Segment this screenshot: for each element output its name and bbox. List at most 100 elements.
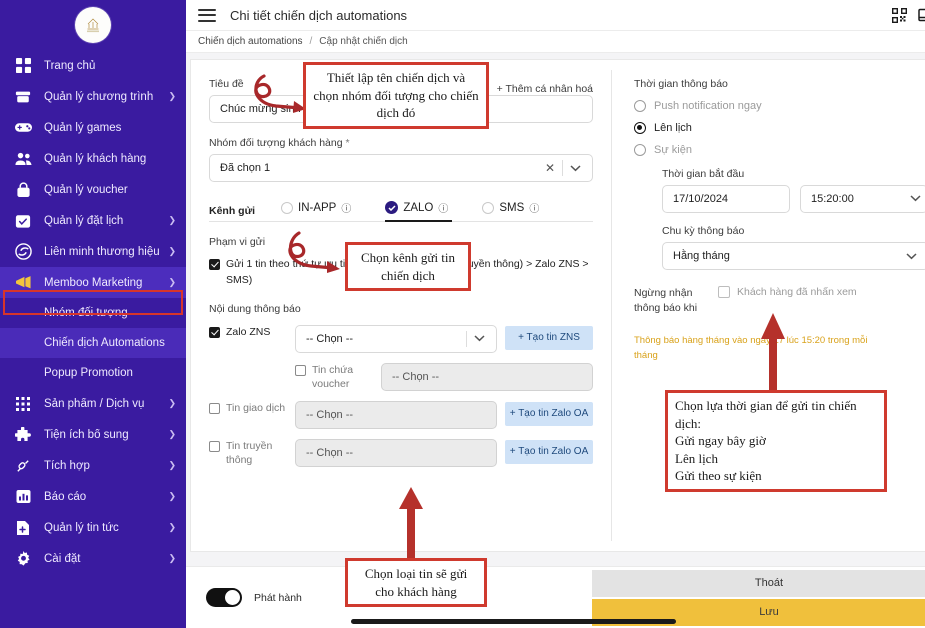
exit-button[interactable]: Thoát — [592, 569, 925, 597]
chevron-right-icon: ❯ — [168, 460, 176, 470]
message-row-checkbox-group[interactable]: Tin chứa voucher — [295, 363, 373, 391]
content-label: Nội dung thông báo — [209, 302, 301, 315]
publish-toggle[interactable] — [206, 588, 242, 607]
create-zalo-oa-message-button-1[interactable]: + Tạo tin Zalo OA — [505, 401, 593, 426]
sidebar-subitem-chien-dich-automations[interactable]: Chiến dịch Automations — [0, 328, 186, 358]
sidebar-subitem-popup-promotion[interactable]: Popup Promotion — [0, 358, 186, 388]
giao-dich-message-select[interactable]: -- Chọn -- — [295, 400, 497, 429]
checkbox-checked-icon[interactable] — [209, 326, 220, 338]
voucher-message-select[interactable]: -- Chọn -- — [381, 362, 593, 391]
sidebar-subitem-nhom-doi-tuong[interactable]: Nhóm đối tượng — [0, 298, 186, 328]
chevron-right-icon: ❯ — [168, 91, 176, 101]
sidebar-item-quan-ly-khach-hang[interactable]: Quản lý khách hàng — [0, 143, 186, 174]
horizontal-scrollbar[interactable] — [351, 619, 676, 624]
info-icon[interactable]: ⓘ — [438, 200, 448, 215]
checkbox-unchecked-icon[interactable] — [209, 402, 220, 414]
schedule-option-len-lich[interactable]: Lên lịch — [634, 122, 925, 134]
chevron-down-icon: ❯ — [168, 277, 176, 287]
checkbox-checked-icon[interactable] — [209, 259, 220, 270]
chevron-right-icon: ❯ — [168, 553, 176, 563]
brand-logo[interactable] — [0, 0, 186, 50]
sidebar-item-label: Quản lý games — [44, 121, 122, 134]
sidebar-item-quan-ly-voucher[interactable]: Quản lý voucher — [0, 174, 186, 205]
sidebar-item-quan-ly-chuong-trinh[interactable]: Quản lý chương trình ❯ — [0, 81, 186, 112]
audience-select[interactable]: Đã chọn 1 ✕ — [209, 154, 593, 182]
sidebar-item-tich-hop[interactable]: Tích hợp ❯ — [0, 450, 186, 481]
chevron-right-icon: ❯ — [168, 215, 176, 225]
hamburger-menu-icon[interactable] — [198, 8, 216, 22]
scope-checkbox-row[interactable]: Gửi 1 tin theo thứ tự ưu tiên (Zalo OA( … — [209, 257, 593, 289]
channel-row: Kênh gửi IN-APP ⓘ ZALO ⓘ SMS ⓘ — [209, 200, 593, 222]
chevron-down-icon[interactable] — [563, 164, 586, 172]
sidebar-item-quan-ly-games[interactable]: Quản lý games — [0, 112, 186, 143]
checkbox-unchecked-icon[interactable] — [718, 286, 730, 298]
channel-option-in-app[interactable]: IN-APP ⓘ — [281, 200, 351, 222]
topbar-actions — [886, 0, 925, 30]
cycle-select[interactable]: Hằng tháng — [662, 242, 925, 270]
breadcrumb-root[interactable]: Chiến dịch automations — [198, 36, 303, 47]
sidebar-item-san-pham-dich-vu[interactable]: Sản phẩm / Dịch vụ ❯ — [0, 388, 186, 419]
sidebar-item-memboo-marketing[interactable]: Memboo Marketing ❯ — [0, 267, 186, 298]
message-row-checkbox-group[interactable]: Tin truyền thông — [209, 439, 287, 467]
info-icon[interactable]: ⓘ — [529, 200, 539, 215]
publish-toggle-group[interactable]: Phát hành — [206, 588, 302, 607]
radio-unchecked-icon — [482, 201, 495, 214]
zalo-zns-select[interactable]: -- Chọn -- — [295, 324, 497, 353]
schedule-option-su-kien[interactable]: Sự kiện — [634, 144, 925, 156]
plug-icon — [12, 455, 34, 477]
qr-code-icon[interactable] — [886, 7, 912, 23]
calendar-check-icon — [12, 210, 34, 232]
title-field-header: Tiêu đề + Thêm cá nhân hoá — [209, 78, 593, 95]
chevron-down-icon[interactable] — [899, 252, 922, 260]
monitor-icon[interactable] — [912, 8, 925, 22]
gamepad-icon — [12, 117, 34, 139]
topbar: Chi tiết chiến dịch automations — [186, 0, 925, 31]
create-zalo-oa-message-button-2[interactable]: + Tạo tin Zalo OA — [505, 439, 593, 464]
cycle-field: Chu kỳ thông báo Hằng tháng — [662, 225, 925, 270]
form-right-column: Thời gian thông báo Push notification ng… — [612, 60, 925, 551]
sidebar-item-label: Memboo Marketing — [44, 276, 143, 289]
channel-option-sms[interactable]: SMS ⓘ — [482, 200, 539, 222]
clear-icon[interactable]: ✕ — [538, 161, 562, 175]
chevron-down-icon[interactable] — [910, 193, 921, 205]
checkbox-unchecked-icon[interactable] — [295, 364, 306, 376]
chevron-right-icon: ❯ — [168, 491, 176, 501]
sidebar-item-quan-ly-dat-lich[interactable]: Quản lý đặt lịch ❯ — [0, 205, 186, 236]
sidebar-item-label: Trang chủ — [44, 59, 96, 72]
sidebar-nav: Trang chủ Quản lý chương trình ❯ Quản lý… — [0, 50, 186, 574]
info-icon[interactable]: ⓘ — [341, 200, 351, 215]
truyen-thong-message-select[interactable]: -- Chọn -- — [295, 438, 497, 467]
sidebar-item-quan-ly-tin-tuc[interactable]: Quản lý tin tức ❯ — [0, 512, 186, 543]
message-row-voucher: Tin chứa voucher -- Chọn -- — [209, 362, 593, 391]
sidebar-item-tien-ich-bo-sung[interactable]: Tiện ích bổ sung ❯ — [0, 419, 186, 450]
schedule-option-push-now[interactable]: Push notification ngay — [634, 100, 925, 112]
chevron-down-icon[interactable] — [467, 335, 490, 342]
message-row-checkbox-group[interactable]: Zalo ZNS — [209, 325, 287, 339]
message-row-checkbox-group[interactable]: Tin giao dịch — [209, 401, 287, 415]
sidebar-item-trang-chu[interactable]: Trang chủ — [0, 50, 186, 81]
add-personalization-link[interactable]: + Thêm cá nhân hoá — [497, 83, 593, 95]
checkbox-unchecked-icon[interactable] — [209, 440, 220, 452]
sidebar-item-bao-cao[interactable]: Báo cáo ❯ — [0, 481, 186, 512]
campaign-title-input[interactable]: Chúc mừng sinh nhật — [209, 95, 593, 123]
users-icon — [12, 148, 34, 170]
schedule-option-label: Sự kiện — [654, 144, 692, 156]
start-time-select[interactable]: 15:20:00 — [800, 185, 925, 213]
channel-option-zalo[interactable]: ZALO ⓘ — [385, 200, 453, 222]
create-zns-message-button[interactable]: + Tạo tin ZNS — [505, 325, 593, 350]
audience-label: Nhóm đối tượng khách hàng * — [209, 137, 593, 149]
start-date-input[interactable]: 17/10/2024 — [662, 185, 790, 213]
sidebar: Trang chủ Quản lý chương trình ❯ Quản lý… — [0, 0, 186, 628]
channel-label-text: IN-APP — [298, 201, 337, 214]
schedule-title: Thời gian thông báo — [634, 78, 728, 90]
message-row-label: Tin giao dịch — [226, 401, 286, 414]
message-row-giao-dich: Tin giao dịch -- Chọn -- + Tạo tin Zalo … — [209, 400, 593, 429]
page-title: Chi tiết chiến dịch automations — [230, 7, 408, 23]
sidebar-item-lien-minh-thuong-hieu[interactable]: Liên minh thương hiệu ❯ — [0, 236, 186, 267]
sidebar-item-cai-dat[interactable]: Cài đặt ❯ — [0, 543, 186, 574]
start-time-value: 15:20:00 — [811, 193, 854, 205]
footer-buttons: Thoát Lưu — [592, 569, 925, 626]
form-left-column: Tiêu đề + Thêm cá nhân hoá Chúc mừng sin… — [191, 60, 611, 551]
stop-notification-checkbox-group[interactable]: Khách hàng đã nhấn xem — [718, 286, 857, 298]
publish-toggle-label: Phát hành — [254, 591, 302, 604]
